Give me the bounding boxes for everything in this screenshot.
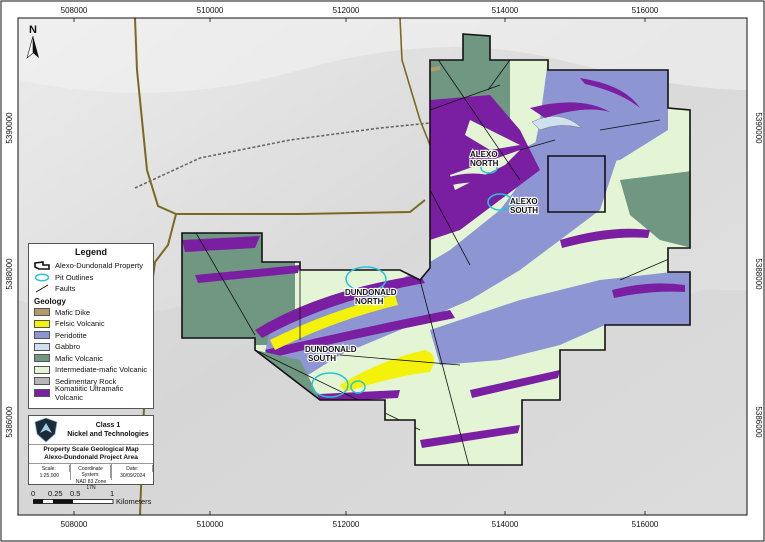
swatch-sedimentary-rock <box>34 377 50 386</box>
x-tick-bottom: 516000 <box>632 520 659 529</box>
legend-item-label: Pit Outlines <box>55 272 94 282</box>
crs-cell: Coordinate System: NAD 83 Zone 17N <box>71 464 113 491</box>
scale-value: 1:25,000 <box>39 473 60 479</box>
x-tick-top: 510000 <box>197 6 224 15</box>
swatch-gabbro <box>34 342 50 351</box>
x-tick-bottom: 510000 <box>197 520 224 529</box>
legend-item-label: Alexo-Dundonald Property <box>55 261 143 271</box>
legend-geology-label: Mafic Dike <box>55 307 91 317</box>
swatch-komatiitic-ultramafic-volcanic <box>34 388 50 397</box>
y-tick-right: 5386000 <box>754 406 763 438</box>
date-value: 30/09/2024 <box>120 473 146 479</box>
x-tick-top: 514000 <box>492 6 519 15</box>
swatch-mafic-dike <box>34 308 50 317</box>
swatch-felsic-volcanic <box>34 319 50 328</box>
place-label-alexo-north: ALEXO NORTH <box>470 150 499 168</box>
legend-geology-item: Komatiitic Ultramafic Volcanic <box>34 383 148 402</box>
x-tick-top: 512000 <box>333 6 360 15</box>
company-name: Class 1 Nickel and Technologies <box>63 421 153 439</box>
legend-geology-item: Gabbro <box>34 341 148 353</box>
map-metadata: Scale: 1:25,000 Coordinate System: NAD 83 … <box>29 464 154 491</box>
property-outline-icon <box>34 261 50 271</box>
date-label: Date: <box>112 465 154 472</box>
scale-bar-graphic <box>33 499 114 504</box>
legend-item: Alexo-Dundonald Property <box>34 260 148 272</box>
y-tick-right: 5390000 <box>754 112 763 144</box>
y-tick-left: 5390000 <box>5 112 14 144</box>
legend-geology-item: Mafic Volcanic <box>34 353 148 365</box>
y-tick-left: 5386000 <box>5 406 14 438</box>
legend-geology-label: Intermediate-mafic Volcanic <box>55 365 148 375</box>
legend-item: Pit Outlines <box>34 272 148 284</box>
crs-label: Coordinate System: <box>71 465 112 478</box>
x-tick-bottom: 508000 <box>61 520 88 529</box>
legend-geology-label: Peridotite <box>55 330 87 340</box>
place-label-alexo-south: ALEXO SOUTH <box>510 197 538 215</box>
legend-geology-item: Intermediate-mafic Volcanic <box>34 364 148 376</box>
map-title-block: Class 1 Nickel and Technologies Property… <box>28 415 154 491</box>
legend-title: Legend <box>74 247 107 257</box>
swatch-mafic-volcanic <box>34 354 50 363</box>
scale-tick-label: 0.5 <box>70 489 81 498</box>
legend-geology-item: Peridotite <box>34 330 148 342</box>
map-title: Property Scale Geological Map Alexo-Dund… <box>29 445 153 464</box>
map-title-line-2: Alexo-Dundonald Project Area <box>44 454 138 461</box>
y-tick-right: 5388000 <box>754 258 763 290</box>
company-line-1: Class 1 <box>95 422 121 429</box>
scale-tick-label: 0.25 <box>48 489 63 498</box>
x-tick-top: 516000 <box>632 6 659 15</box>
scale-label: Scale: <box>29 465 70 472</box>
legend-item-label: Faults <box>55 284 76 294</box>
scale-tick-label: 1 <box>110 489 115 498</box>
legend-geology-label: Mafic Volcanic <box>55 353 103 363</box>
legend-geology-item: Felsic Volcanic <box>34 318 148 330</box>
legend-geology-title: Geology <box>34 296 67 306</box>
map-legend: Legend Alexo-Dundonald Property Pit Outl… <box>28 243 154 409</box>
fault-line-icon <box>35 284 49 293</box>
swatch-intermediate-mafic-volcanic <box>34 365 50 374</box>
scale-bar: 0 0.25 0.5 1 Kilometers <box>30 489 170 511</box>
legend-geology-item: Mafic Dike <box>34 307 148 319</box>
company-logo-icon <box>34 417 58 443</box>
x-tick-top: 508000 <box>61 6 88 15</box>
legend-item: Faults <box>34 283 148 295</box>
date-cell: Date: 30/09/2024 <box>112 464 154 480</box>
y-tick-left: 5388000 <box>5 258 14 290</box>
swatch-peridotite <box>34 331 50 340</box>
x-tick-bottom: 514000 <box>492 520 519 529</box>
pit-outline-icon <box>34 273 50 282</box>
x-tick-bottom: 512000 <box>333 520 360 529</box>
company-line-2: Nickel and Technologies <box>67 431 149 438</box>
scale-unit-label: Kilometers <box>116 497 152 506</box>
legend-geology-label: Gabbro <box>55 342 81 352</box>
legend-geology-label: Komatiitic Ultramafic Volcanic <box>55 383 124 402</box>
svg-text:N: N <box>29 24 37 36</box>
legend-geology-label: Felsic Volcanic <box>55 319 105 329</box>
map-title-line-1: Property Scale Geological Map <box>43 446 139 453</box>
scale-tick-label: 0 <box>31 489 36 498</box>
scale-cell: Scale: 1:25,000 <box>29 464 71 480</box>
